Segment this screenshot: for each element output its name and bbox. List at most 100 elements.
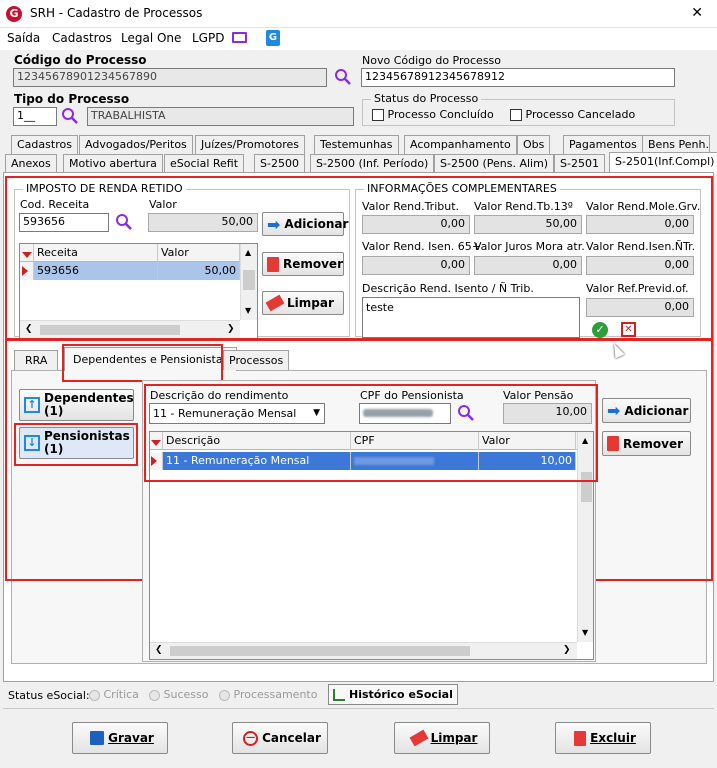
- irrf-valor-field[interactable]: 50,00: [148, 213, 258, 232]
- radio-sucesso[interactable]: Sucesso: [149, 688, 208, 701]
- scroll-left-icon[interactable]: ❮: [25, 324, 33, 334]
- tab-s2501[interactable]: S-2501: [554, 154, 605, 173]
- scroll-down-icon[interactable]: ▼: [582, 628, 588, 637]
- tab-s2500-pens-alim[interactable]: S-2500 (Pens. Alim): [434, 154, 555, 173]
- concluido-label: Processo Concluído: [387, 108, 494, 121]
- cancelado-checkbox-wrap[interactable]: Processo Cancelado: [510, 108, 635, 121]
- menu-lgpd[interactable]: LGPD: [192, 31, 224, 45]
- scroll-right-icon[interactable]: ❯: [227, 324, 235, 334]
- cod-receita-field[interactable]: 593656: [19, 213, 109, 232]
- tab-acompanhamento[interactable]: Acompanhamento: [404, 135, 517, 154]
- scroll-down-icon[interactable]: ▼: [245, 306, 251, 315]
- rend-isen-ntr-label: Valor Rend.Isen.ÑTr.: [586, 240, 696, 253]
- concluido-checkbox-wrap[interactable]: Processo Concluído: [372, 108, 494, 121]
- scroll-thumb[interactable]: [243, 270, 255, 290]
- rend-tribut-field[interactable]: 0,00: [362, 215, 470, 234]
- status-processo-group: Status do Processo Processo Concluído Pr…: [362, 92, 675, 126]
- irrf-hscroll[interactable]: ❮ ❯: [20, 320, 240, 338]
- hscroll-thumb[interactable]: [170, 646, 470, 656]
- tab-advogados[interactable]: Advogados/Peritos: [79, 135, 193, 154]
- irrf-valor-label: Valor: [149, 198, 177, 211]
- tab-testemunhas[interactable]: Testemunhas: [314, 135, 399, 154]
- irrf-limpar-button[interactable]: Limpar: [262, 291, 344, 315]
- cancel-icon: —: [243, 730, 259, 746]
- window-title: SRH - Cadastro de Processos: [30, 6, 203, 20]
- highlight-pensionistas: [14, 423, 138, 466]
- scroll-left-icon[interactable]: ❮: [155, 645, 163, 655]
- tab-anexos[interactable]: Anexos: [5, 154, 57, 173]
- rend-isen-65-field[interactable]: 0,00: [362, 256, 470, 275]
- juros-mora-field[interactable]: 0,00: [474, 256, 582, 275]
- tab-esocial-refit[interactable]: eSocial Refit: [164, 154, 245, 173]
- tab-obs[interactable]: Obs: [517, 135, 551, 154]
- tipo-search-icon[interactable]: [61, 107, 79, 128]
- arrow-right-icon: ➡: [607, 401, 621, 420]
- rend-mole-grv-label: Valor Rend.Mole.Grv.: [586, 200, 701, 213]
- menu-legal-one[interactable]: Legal One: [121, 31, 181, 45]
- cancel-x-icon[interactable]: ✕: [621, 322, 636, 337]
- eraser-icon: [409, 729, 428, 747]
- highlight-pensao: [144, 384, 598, 482]
- ref-previd-label: Valor Ref.Previd.of.: [586, 282, 689, 295]
- radio-processamento[interactable]: Processamento: [219, 688, 317, 701]
- tab-cadastros[interactable]: Cadastros: [11, 135, 78, 154]
- pensao-adicionar-button[interactable]: ➡ Adicionar: [602, 398, 691, 423]
- irrf-adicionar-button[interactable]: ➡ Adicionar: [262, 212, 348, 236]
- scroll-up-icon[interactable]: ▲: [245, 248, 251, 257]
- irrf-remover-button[interactable]: Remover: [262, 252, 344, 276]
- irrf-col-receita[interactable]: Receita: [34, 244, 158, 262]
- menu-cadastros[interactable]: Cadastros: [52, 31, 112, 45]
- arrow-right-icon: ➡: [267, 214, 281, 234]
- radio-critica[interactable]: Crítica: [89, 688, 139, 701]
- cancelado-label: Processo Cancelado: [525, 108, 636, 121]
- chart-icon: [333, 688, 345, 701]
- eraser-icon: [265, 294, 285, 312]
- status-esocial-bar: Status eSocial: Crítica Sucesso Processa…: [3, 684, 714, 706]
- esocial-icon[interactable]: G: [266, 30, 280, 46]
- tab-s2501-inf-compl[interactable]: S-2501(Inf.Compl): [609, 152, 717, 173]
- irrf-grid-header: Receita Valor: [20, 244, 257, 262]
- dependentes-button[interactable]: ↑ Dependentes (1): [19, 389, 134, 421]
- tab-s2500-inf-periodo[interactable]: S-2500 (Inf. Período): [310, 154, 435, 173]
- descricao-rend-field[interactable]: teste: [362, 297, 580, 338]
- historico-esocial-button[interactable]: Histórico eSocial: [328, 684, 458, 705]
- tipo-processo-label: Tipo do Processo: [14, 92, 130, 106]
- irrf-col-valor[interactable]: Valor: [158, 244, 240, 262]
- pensao-remover-button[interactable]: Remover: [602, 431, 691, 456]
- rend-tb13-field[interactable]: 50,00: [474, 215, 582, 234]
- rend-isen-ntr-field[interactable]: 0,00: [586, 256, 694, 275]
- close-icon[interactable]: ✕: [691, 5, 703, 21]
- receita-search-icon[interactable]: [115, 213, 133, 234]
- irrf-vscroll[interactable]: ▲ ▼: [240, 244, 257, 320]
- info-compl-title: INFORMAÇÕES COMPLEMENTARES: [364, 182, 560, 195]
- monitor-icon[interactable]: [232, 32, 247, 43]
- rend-mole-grv-field[interactable]: 0,00: [586, 215, 694, 234]
- novo-codigo-field[interactable]: 12345678912345678912: [361, 68, 675, 87]
- ref-previd-field[interactable]: 0,00: [586, 298, 694, 317]
- tab-motivo-abertura[interactable]: Motivo abertura: [63, 154, 163, 173]
- concluido-checkbox[interactable]: [372, 109, 384, 121]
- irrf-grid-indicator: [20, 244, 34, 262]
- irrf-grid[interactable]: Receita Valor 593656 50,00 ▲ ▼ ❮ ❯: [19, 243, 258, 339]
- trash-icon: [574, 730, 587, 746]
- menu-saida[interactable]: Saída: [7, 31, 40, 45]
- table-row[interactable]: 593656 50,00: [20, 262, 240, 280]
- hscroll-thumb[interactable]: [40, 325, 180, 335]
- pensao-hscroll[interactable]: ❮ ❯: [150, 642, 577, 659]
- codigo-processo-field[interactable]: 12345678901234567890: [13, 68, 327, 87]
- limpar-button[interactable]: Limpar: [394, 722, 490, 754]
- tab-juizes[interactable]: Juízes/Promotores: [195, 135, 305, 154]
- cancelado-checkbox[interactable]: [510, 109, 522, 121]
- gravar-button[interactable]: Gravar: [72, 722, 168, 754]
- row-indicator: [20, 262, 34, 280]
- scroll-right-icon[interactable]: ❯: [563, 645, 571, 655]
- cancelar-button[interactable]: — Cancelar: [232, 722, 328, 754]
- excluir-button[interactable]: Excluir: [555, 722, 651, 754]
- upload-icon: ↑: [24, 397, 40, 413]
- codigo-processo-label: Código do Processo: [14, 53, 147, 67]
- tipo-processo-code[interactable]: 1__: [13, 107, 57, 126]
- confirm-check-icon[interactable]: ✓: [592, 322, 608, 338]
- tipo-processo-name: TRABALHISTA: [87, 107, 354, 126]
- tab-s2500[interactable]: S-2500: [254, 154, 305, 173]
- search-icon[interactable]: [334, 68, 352, 89]
